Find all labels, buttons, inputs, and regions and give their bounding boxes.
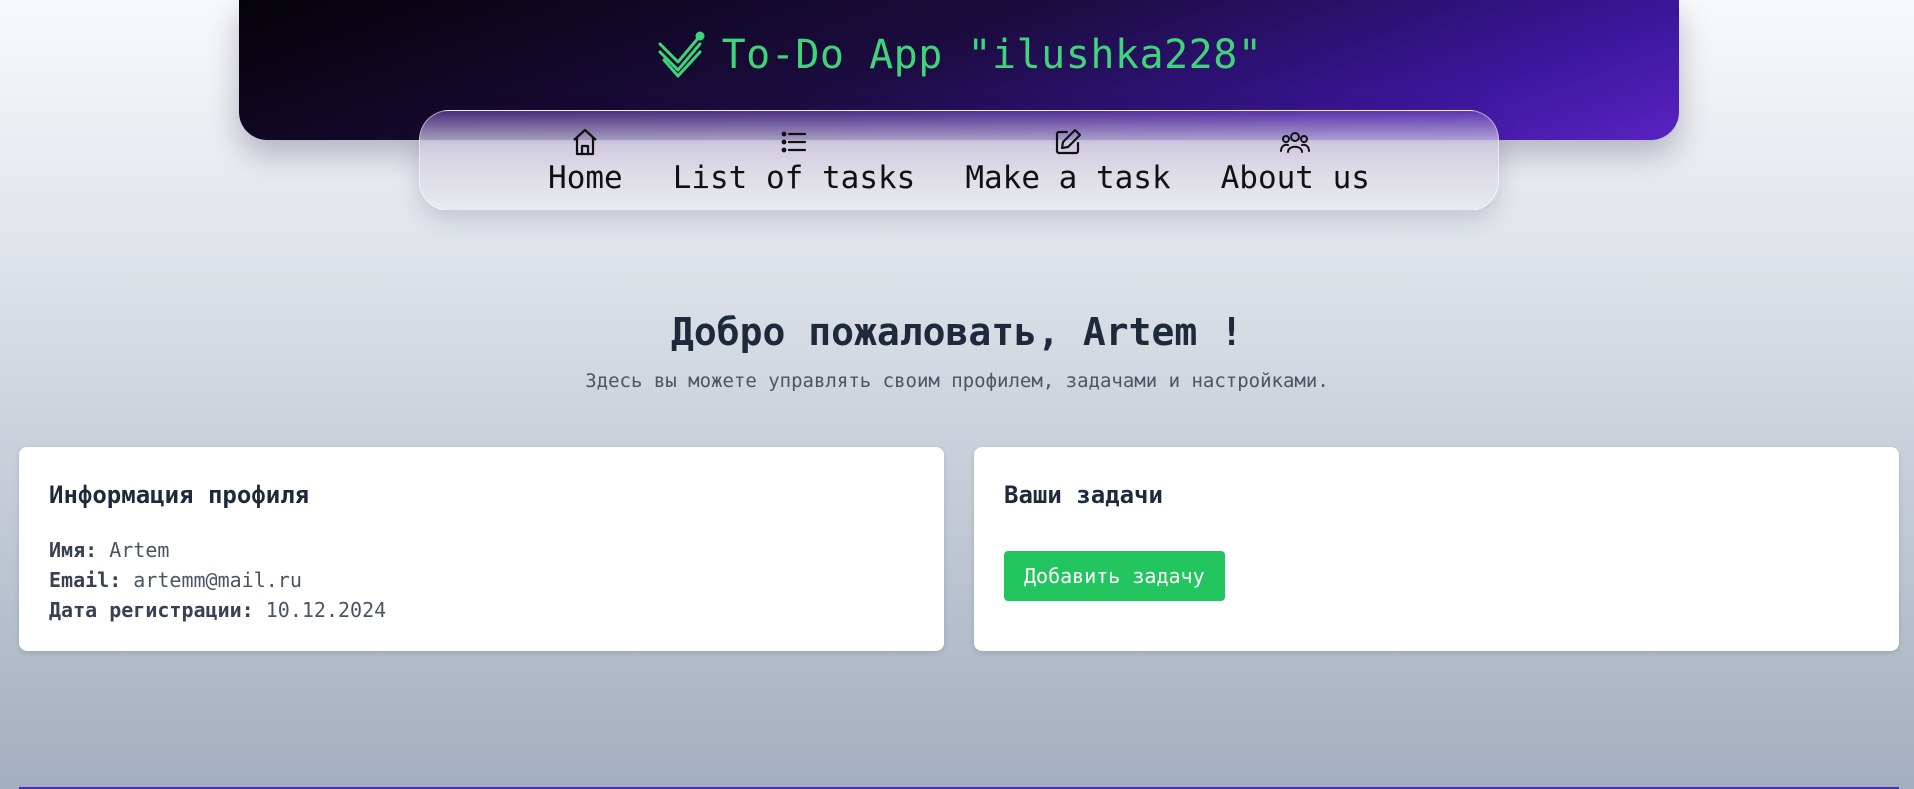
name-value: Artem	[109, 538, 170, 562]
email-value: artemm@mail.ru	[133, 568, 302, 592]
users-icon	[1280, 131, 1311, 153]
welcome-title: Добро пожаловать, Artem !	[671, 310, 1243, 354]
nav-item-about-us[interactable]: About us	[1221, 126, 1370, 196]
profile-name-row: Имя: Artem	[49, 535, 914, 565]
nav-label-about-us: About us	[1220, 159, 1370, 196]
nav-label-make-a-task: Make a task	[965, 159, 1171, 196]
tasks-card: Ваши задачи Добавить задачу	[974, 447, 1899, 651]
nav-label-home: Home	[548, 159, 623, 196]
nav-item-home[interactable]: Home	[548, 126, 623, 196]
home-icon	[573, 128, 598, 155]
email-label: Email:	[49, 568, 122, 592]
main-nav: Home List of tasks Make a task About us	[419, 110, 1499, 211]
checkmark-logo-icon	[658, 31, 705, 78]
welcome-section: Добро пожаловать, Artem ! Здесь вы может…	[0, 310, 1914, 392]
app-title: To-Do App "ilushka228"	[721, 32, 1263, 78]
name-label: Имя:	[49, 538, 98, 562]
tasks-heading: Ваши задачи	[1004, 481, 1163, 509]
edit-icon	[1055, 128, 1082, 154]
profile-email-row: Email: artemm@mail.ru	[49, 565, 914, 595]
profile-info: Имя: Artem Email: artemm@mail.ru Дата ре…	[49, 535, 914, 625]
profile-card: Информация профиля Имя: Artem Email: art…	[19, 447, 944, 651]
date-label: Дата регистрации:	[49, 598, 254, 622]
profile-heading: Информация профиля	[49, 481, 310, 509]
welcome-subtitle: Здесь вы можете управлять своим профилем…	[585, 370, 1329, 392]
nav-item-list-of-tasks[interactable]: List of tasks	[672, 126, 916, 196]
list-icon	[781, 131, 807, 152]
profile-date-row: Дата регистрации: 10.12.2024	[49, 595, 914, 625]
nav-item-make-a-task[interactable]: Make a task	[965, 126, 1171, 196]
date-value: 10.12.2024	[265, 598, 387, 622]
nav-label-list-of-tasks: List of tasks	[672, 159, 916, 196]
brand: To-Do App "ilushka228"	[239, 30, 1679, 80]
add-task-button[interactable]: Добавить задачу	[1004, 551, 1225, 601]
